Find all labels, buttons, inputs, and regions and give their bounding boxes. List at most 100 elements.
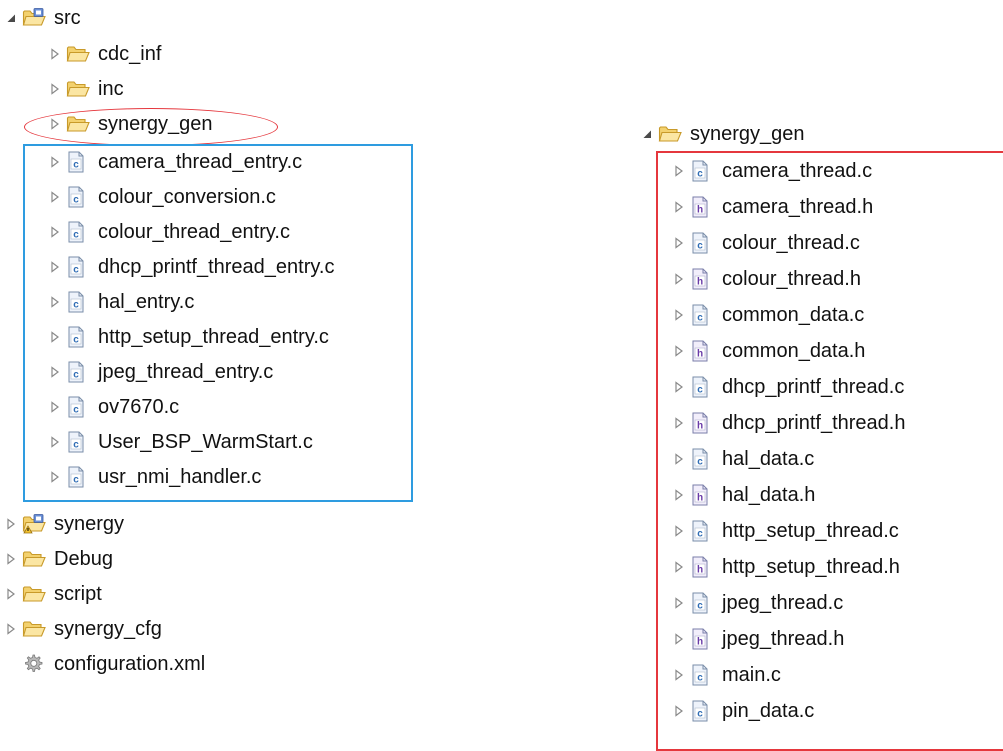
collapsed-twisty-icon[interactable] <box>668 443 690 475</box>
tree-item-file[interactable]: dhcp_printf_thread_entry.c <box>44 251 334 283</box>
collapsed-twisty-icon[interactable] <box>44 73 66 105</box>
tree-item-label: colour_thread_entry.c <box>98 221 290 243</box>
tree-item-file[interactable]: dhcp_printf_thread.c <box>668 371 904 403</box>
collapsed-twisty-icon[interactable] <box>0 578 22 610</box>
tree-item-label: colour_thread.h <box>722 268 861 290</box>
collapsed-twisty-icon[interactable] <box>44 461 66 493</box>
tree-item-label: synergy_gen <box>690 123 805 145</box>
collapsed-twisty-icon[interactable] <box>668 299 690 331</box>
collapsed-twisty-icon[interactable] <box>668 335 690 367</box>
tree-item-synergy[interactable]: synergy <box>0 508 124 540</box>
c-file-icon <box>690 155 716 187</box>
package-folder-icon <box>22 508 48 540</box>
tree-item-file[interactable]: common_data.h <box>668 335 865 367</box>
expanded-twisty-icon[interactable] <box>636 118 658 150</box>
collapsed-twisty-icon[interactable] <box>44 356 66 388</box>
collapsed-twisty-icon[interactable] <box>668 695 690 727</box>
h-file-icon <box>690 623 716 655</box>
tree-item-file[interactable]: dhcp_printf_thread.h <box>668 407 905 439</box>
tree-item-synergy-cfg[interactable]: synergy_cfg <box>0 613 162 645</box>
tree-item-src[interactable]: src <box>0 2 81 34</box>
collapsed-twisty-icon[interactable] <box>44 181 66 213</box>
tree-item-file[interactable]: usr_nmi_handler.c <box>44 461 261 493</box>
tree-item-file[interactable]: hal_entry.c <box>44 286 194 318</box>
tree-item-label: common_data.c <box>722 304 865 326</box>
collapsed-twisty-icon[interactable] <box>44 391 66 423</box>
tree-item-label: camera_thread_entry.c <box>98 151 303 173</box>
h-file-icon <box>690 407 716 439</box>
h-file-icon <box>690 479 716 511</box>
tree-item-file[interactable]: colour_thread_entry.c <box>44 216 290 248</box>
c-file-icon <box>690 371 716 403</box>
c-file-icon <box>690 695 716 727</box>
tree-item-file[interactable]: jpeg_thread.c <box>668 587 843 619</box>
collapsed-twisty-icon[interactable] <box>668 191 690 223</box>
collapsed-twisty-icon[interactable] <box>668 479 690 511</box>
tree-item-file[interactable]: User_BSP_WarmStart.c <box>44 426 313 458</box>
c-file-icon <box>66 321 92 353</box>
collapsed-twisty-icon[interactable] <box>668 587 690 619</box>
tree-item-label: common_data.h <box>722 340 866 362</box>
expanded-twisty-icon[interactable] <box>0 2 22 34</box>
tree-item-label: pin_data.c <box>722 700 815 722</box>
collapsed-twisty-icon[interactable] <box>668 407 690 439</box>
collapsed-twisty-icon[interactable] <box>44 38 66 70</box>
tree-item-script[interactable]: script <box>0 578 102 610</box>
tree-item-file[interactable]: http_setup_thread_entry.c <box>44 321 329 353</box>
tree-item-file[interactable]: hal_data.c <box>668 443 814 475</box>
collapsed-twisty-icon[interactable] <box>44 321 66 353</box>
tree-item-file[interactable]: http_setup_thread.h <box>668 551 900 583</box>
collapsed-twisty-icon[interactable] <box>44 426 66 458</box>
tree-item-file[interactable]: jpeg_thread_entry.c <box>44 356 273 388</box>
collapsed-twisty-icon[interactable] <box>668 155 690 187</box>
c-file-icon <box>66 181 92 213</box>
folder-icon <box>22 543 48 575</box>
tree-item-cdc-inf[interactable]: cdc_inf <box>44 38 161 70</box>
h-file-icon <box>690 263 716 295</box>
collapsed-twisty-icon[interactable] <box>668 227 690 259</box>
collapsed-twisty-icon[interactable] <box>668 371 690 403</box>
tree-item-file[interactable]: common_data.c <box>668 299 864 331</box>
collapsed-twisty-icon[interactable] <box>44 146 66 178</box>
tree-item-label: synergy <box>54 513 125 535</box>
tree-item-file[interactable]: ov7670.c <box>44 391 179 423</box>
collapsed-twisty-icon[interactable] <box>0 613 22 645</box>
collapsed-twisty-icon[interactable] <box>668 263 690 295</box>
collapsed-twisty-icon[interactable] <box>0 543 22 575</box>
collapsed-twisty-icon[interactable] <box>44 251 66 283</box>
tree-item-configuration-xml[interactable]: configuration.xml <box>22 648 205 680</box>
tree-item-label: colour_conversion.c <box>98 186 276 208</box>
tree-item-file[interactable]: hal_data.h <box>668 479 815 511</box>
collapsed-twisty-icon[interactable] <box>668 515 690 547</box>
tree-item-file[interactable]: camera_thread.h <box>668 191 873 223</box>
tree-item-file[interactable]: camera_thread.c <box>668 155 872 187</box>
collapsed-twisty-icon[interactable] <box>668 659 690 691</box>
tree-item-file[interactable]: colour_thread.h <box>668 263 861 295</box>
tree-item-label: dhcp_printf_thread_entry.c <box>98 256 335 278</box>
tree-item-file[interactable]: http_setup_thread.c <box>668 515 899 547</box>
c-file-icon <box>66 216 92 248</box>
c-file-icon <box>66 426 92 458</box>
tree-item-inc[interactable]: inc <box>44 73 124 105</box>
collapsed-twisty-icon[interactable] <box>44 216 66 248</box>
tree-item-file[interactable]: camera_thread_entry.c <box>44 146 302 178</box>
c-file-icon <box>66 146 92 178</box>
collapsed-twisty-icon[interactable] <box>0 508 22 540</box>
collapsed-twisty-icon[interactable] <box>668 551 690 583</box>
collapsed-twisty-icon[interactable] <box>668 623 690 655</box>
tree-item-label: jpeg_thread.h <box>722 628 845 650</box>
gear-icon <box>22 648 48 680</box>
tree-item-file[interactable]: colour_conversion.c <box>44 181 276 213</box>
tree-item-label: dhcp_printf_thread.c <box>722 376 905 398</box>
tree-item-file[interactable]: main.c <box>668 659 781 691</box>
tree-item-file[interactable]: jpeg_thread.h <box>668 623 844 655</box>
collapsed-twisty-icon[interactable] <box>44 286 66 318</box>
tree-item-file[interactable]: pin_data.c <box>668 695 814 727</box>
tree-item-label: User_BSP_WarmStart.c <box>98 431 313 453</box>
tree-item-debug[interactable]: Debug <box>0 543 113 575</box>
tree-item-label: hal_data.h <box>722 484 816 506</box>
tree-item-synergy-gen-root[interactable]: synergy_gen <box>636 118 805 150</box>
tree-item-label: jpeg_thread_entry.c <box>98 361 274 383</box>
tree-item-label: jpeg_thread.c <box>722 592 844 614</box>
tree-item-file[interactable]: colour_thread.c <box>668 227 860 259</box>
